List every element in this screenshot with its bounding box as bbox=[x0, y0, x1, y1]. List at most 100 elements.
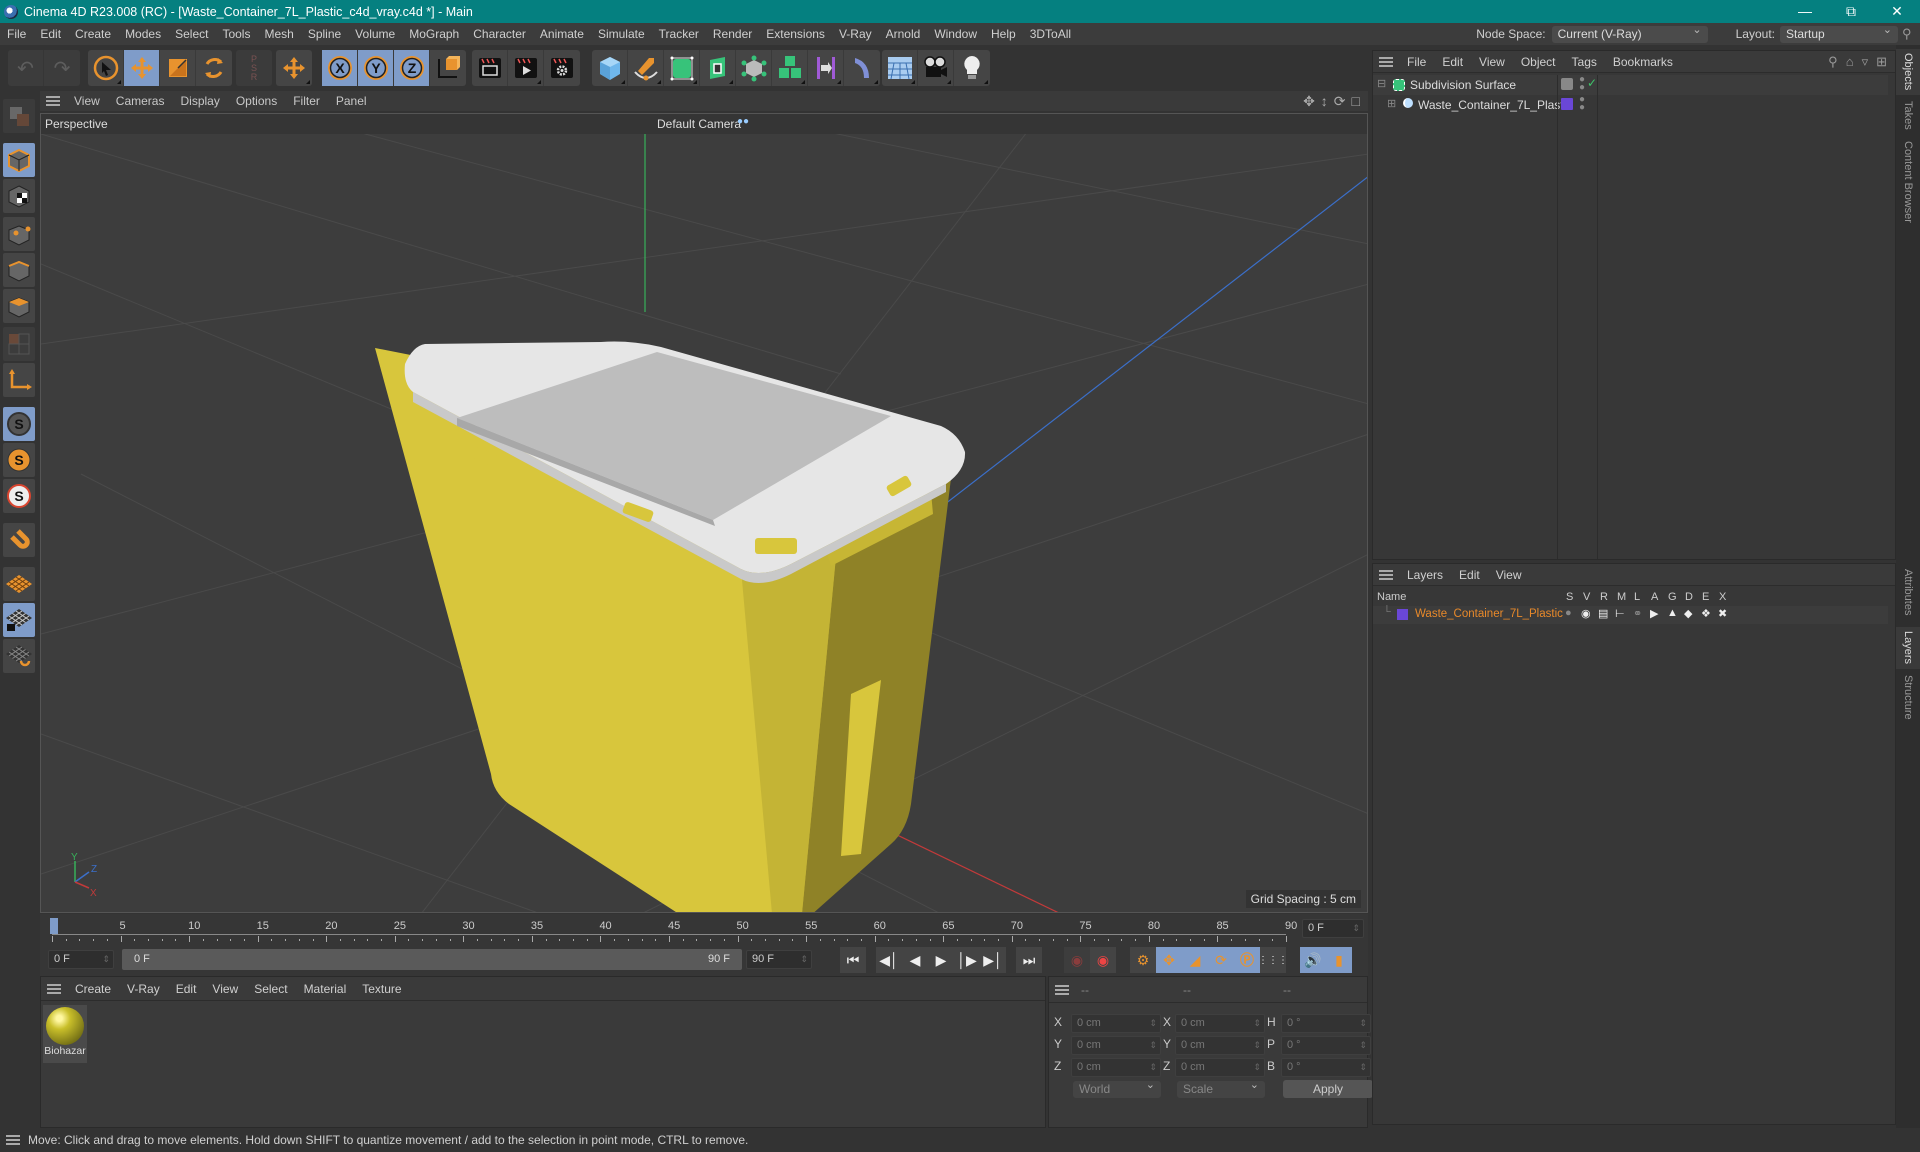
menu-render[interactable]: Render bbox=[706, 27, 759, 41]
pos-x-field[interactable]: 0 cm bbox=[1071, 1014, 1161, 1033]
layers-menu-view[interactable]: View bbox=[1488, 568, 1530, 582]
menu-spline[interactable]: Spline bbox=[301, 27, 348, 41]
node-space-dropdown[interactable]: Current (V-Ray) bbox=[1551, 22, 1708, 43]
redo-button[interactable]: ↷ bbox=[44, 50, 80, 86]
transform-button[interactable] bbox=[276, 50, 312, 86]
camera-name[interactable]: Default Camera bbox=[657, 117, 741, 131]
pos-y-field[interactable]: 0 cm bbox=[1071, 1036, 1161, 1055]
material-menu-edit[interactable]: Edit bbox=[168, 982, 205, 996]
visibility-dots-icon[interactable]: ● ● bbox=[1579, 95, 1585, 113]
layer-row[interactable]: └ Waste_Container_7L_Plastic ● ◉ ▤ ⊢ ⚭ ▶… bbox=[1373, 606, 1888, 624]
z-axis-toggle[interactable]: Z bbox=[394, 50, 430, 86]
manager-tree-icon[interactable]: ⊢ bbox=[1615, 607, 1625, 620]
search-icon[interactable]: ⚲ bbox=[1902, 26, 1920, 42]
y-axis-toggle[interactable]: Y bbox=[358, 50, 394, 86]
autokey-button[interactable]: ◉ bbox=[1090, 947, 1116, 973]
objects-home-icon[interactable]: ⌂ bbox=[1846, 54, 1854, 70]
edge-mode-button[interactable] bbox=[3, 253, 35, 287]
col-animation[interactable]: A bbox=[1651, 591, 1658, 603]
col-locked[interactable]: L bbox=[1634, 591, 1640, 603]
record-button[interactable]: ◉ bbox=[1064, 947, 1090, 973]
render-settings-button[interactable] bbox=[544, 50, 580, 86]
col-deformers[interactable]: D bbox=[1685, 591, 1693, 603]
apply-button[interactable]: Apply bbox=[1283, 1080, 1373, 1098]
col-xref[interactable]: X bbox=[1719, 591, 1726, 603]
layer-name[interactable]: Waste_Container_7L_Plastic bbox=[1415, 608, 1563, 620]
restore-button[interactable]: ⧉ bbox=[1828, 0, 1874, 23]
objects-menu-file[interactable]: File bbox=[1399, 55, 1434, 69]
objects-menu-object[interactable]: Object bbox=[1513, 55, 1564, 69]
layers-menu-edit[interactable]: Edit bbox=[1451, 568, 1488, 582]
viewport-menu-cameras[interactable]: Cameras bbox=[108, 94, 173, 108]
camera-button[interactable] bbox=[918, 50, 954, 86]
snap-button[interactable]: S bbox=[3, 407, 35, 441]
rot-h-field[interactable]: 0 ° bbox=[1281, 1014, 1371, 1033]
cube-button[interactable] bbox=[592, 50, 628, 86]
timeline-ruler[interactable]: 051015202530354045505560657075808590 0 F bbox=[40, 914, 1368, 944]
key-scale-button[interactable]: ◢ bbox=[1182, 947, 1208, 973]
soft-selection-button[interactable]: S bbox=[3, 479, 35, 513]
material-menu-material[interactable]: Material bbox=[296, 982, 355, 996]
menu-mesh[interactable]: Mesh bbox=[257, 27, 300, 41]
next-frame-button[interactable]: │▶ bbox=[954, 947, 980, 973]
rotate-tool-button[interactable] bbox=[196, 50, 232, 86]
solo-icon[interactable]: ● bbox=[1565, 607, 1572, 619]
objects-menu-edit[interactable]: Edit bbox=[1434, 55, 1471, 69]
edit-toggle-icon[interactable] bbox=[1561, 78, 1573, 90]
extrude-button[interactable] bbox=[700, 50, 736, 86]
timeline-button[interactable]: ▮ bbox=[1326, 947, 1352, 973]
visible-eye-icon[interactable]: ◉ bbox=[1581, 607, 1591, 620]
menu-volume[interactable]: Volume bbox=[348, 27, 402, 41]
menu-window[interactable]: Window bbox=[927, 27, 984, 41]
menu-extensions[interactable]: Extensions bbox=[759, 27, 832, 41]
menu-vray[interactable]: V-Ray bbox=[832, 27, 879, 41]
light-button[interactable] bbox=[954, 50, 990, 86]
viewport-orbit-icon[interactable]: ⟳ bbox=[1334, 93, 1346, 110]
layer-color-swatch[interactable] bbox=[1561, 98, 1573, 110]
material-menu-vray[interactable]: V-Ray bbox=[119, 982, 168, 996]
menu-mograph[interactable]: MoGraph bbox=[402, 27, 466, 41]
play-button[interactable]: ▶ bbox=[928, 947, 954, 973]
viewport-hamburger-icon[interactable] bbox=[46, 96, 60, 106]
frame-range-slider[interactable]: 0 F 90 F bbox=[122, 949, 742, 970]
psr-button[interactable]: PSR bbox=[236, 50, 272, 86]
material-menu-view[interactable]: View bbox=[204, 982, 246, 996]
model-mode-button[interactable] bbox=[3, 143, 35, 177]
tab-content-browser[interactable]: Content Browser bbox=[1896, 137, 1920, 237]
object-row[interactable]: ⊟ Subdivision Surface ● ● ✓ bbox=[1373, 75, 1888, 95]
visibility-dots-icon[interactable]: ● ● bbox=[1579, 75, 1585, 93]
tab-layers[interactable]: Layers bbox=[1896, 627, 1920, 669]
viewport-pan-icon[interactable]: ✥ bbox=[1303, 93, 1315, 110]
size-z-field[interactable]: 0 cm bbox=[1175, 1058, 1265, 1077]
x-axis-toggle[interactable]: X bbox=[322, 50, 358, 86]
uv-mode-button[interactable] bbox=[3, 327, 35, 361]
end-frame-field[interactable]: 90 F bbox=[746, 950, 812, 969]
menu-tools[interactable]: Tools bbox=[215, 27, 257, 41]
size-mode-dropdown[interactable]: Scale bbox=[1177, 1077, 1265, 1098]
axis-mode-button[interactable] bbox=[3, 363, 35, 397]
viewport-menu-filter[interactable]: Filter bbox=[285, 94, 328, 108]
objects-search-icon[interactable]: ⚲ bbox=[1828, 54, 1838, 70]
coordinate-space-dropdown[interactable]: World bbox=[1073, 1077, 1161, 1098]
workplane-lock-button[interactable] bbox=[3, 603, 35, 637]
start-frame-field[interactable]: 0 F bbox=[48, 950, 114, 969]
layout-dropdown[interactable]: Startup bbox=[1780, 22, 1898, 43]
next-key-button[interactable]: ▶│ bbox=[980, 947, 1006, 973]
col-render[interactable]: R bbox=[1600, 591, 1608, 603]
expand-icon[interactable]: ⊞ bbox=[1387, 97, 1396, 110]
rot-p-field[interactable]: 0 ° bbox=[1281, 1036, 1371, 1055]
point-mode-button[interactable] bbox=[3, 217, 35, 251]
menu-animate[interactable]: Animate bbox=[533, 27, 591, 41]
move-tool-button[interactable] bbox=[124, 50, 160, 86]
menu-3dtoall[interactable]: 3DToAll bbox=[1023, 27, 1078, 41]
status-hamburger-icon[interactable] bbox=[6, 1135, 20, 1145]
layers-hamburger-icon[interactable] bbox=[1379, 569, 1393, 580]
tab-takes[interactable]: Takes bbox=[1896, 97, 1920, 135]
material-item[interactable]: Biohazar bbox=[43, 1005, 87, 1063]
render-view-button[interactable] bbox=[472, 50, 508, 86]
pos-z-field[interactable]: 0 cm bbox=[1071, 1058, 1161, 1077]
bend-button[interactable] bbox=[844, 50, 880, 86]
select-tool-button[interactable] bbox=[88, 50, 124, 86]
viewport-perspective[interactable]: Y Z X Perspective Default Camera ●● Grid… bbox=[40, 113, 1368, 913]
key-position-button[interactable]: ✥ bbox=[1156, 947, 1182, 973]
